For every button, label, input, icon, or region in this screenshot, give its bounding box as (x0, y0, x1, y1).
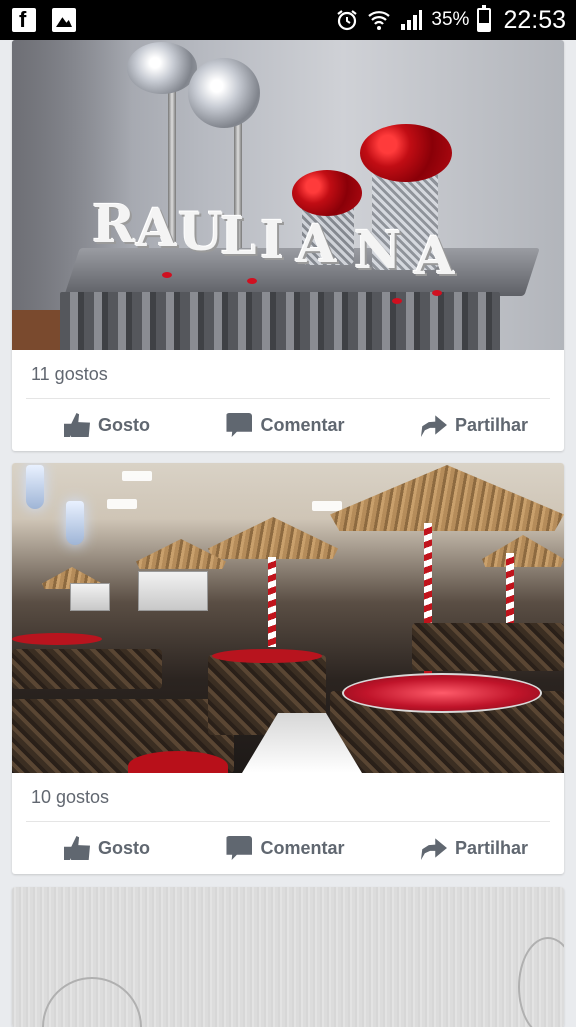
striped-pole (268, 557, 276, 647)
post-actions: Gosto Comentar Partilhar (12, 399, 564, 451)
pendant-lamp (66, 501, 84, 545)
round-table-top (342, 673, 542, 713)
marquee-letter: I (260, 210, 285, 271)
marquee-letter: N (354, 220, 402, 281)
comment-button[interactable]: Comentar (226, 413, 344, 437)
crystal-ball (127, 42, 197, 94)
rose-petal (162, 272, 172, 278)
banquet-table (412, 623, 564, 671)
comment-label: Comentar (260, 414, 345, 435)
signal-icon (401, 10, 423, 30)
post-actions: Gosto Comentar Partilhar (12, 822, 564, 874)
thumbs-up-icon (64, 413, 90, 437)
red-roses (360, 124, 452, 182)
straw-umbrella (330, 465, 564, 531)
comment-button[interactable]: Comentar (226, 836, 344, 860)
wifi-icon (368, 11, 391, 30)
comment-icon (226, 413, 253, 437)
like-button[interactable]: Gosto (64, 836, 150, 860)
share-button[interactable]: Partilhar (420, 413, 528, 437)
clock: 22:53 (503, 5, 566, 34)
pendant-lamp (26, 465, 44, 509)
battery-percent: 35% (431, 9, 470, 30)
marquee-letter: A (136, 198, 177, 259)
ceiling-light (122, 471, 152, 481)
marquee-letter: U (178, 202, 224, 263)
battery-icon (477, 5, 492, 32)
comment-icon (226, 836, 253, 860)
wall-ornament (518, 937, 564, 1027)
marquee-letter: A (414, 226, 455, 287)
lampshade (138, 571, 208, 611)
rose-petal (392, 298, 402, 304)
share-label: Partilhar (454, 837, 528, 858)
post-card: 10 gostos Gosto Comentar Partilhar (12, 463, 564, 874)
ceiling-light (312, 501, 342, 511)
battery-fill (479, 23, 490, 30)
share-button[interactable]: Partilhar (420, 836, 528, 860)
facebook-icon (12, 7, 36, 33)
wall-ornament (42, 977, 142, 1027)
thumbs-up-icon (64, 836, 90, 860)
ceiling-light (107, 499, 137, 509)
share-arrow-icon (420, 838, 447, 860)
marquee-letter: L (220, 206, 257, 267)
marquee-letter: A (296, 214, 337, 275)
post-photo[interactable]: R A U L I A N A (12, 40, 564, 350)
status-bar: 35% 22:53 (0, 0, 576, 40)
like-label: Gosto (98, 837, 150, 858)
marquee-letter: R (92, 194, 136, 255)
post-card (12, 887, 564, 1027)
gallery-icon (52, 8, 76, 32)
likes-count[interactable]: 11 gostos (12, 350, 564, 398)
straw-umbrella (208, 517, 338, 559)
comment-label: Comentar (260, 837, 345, 858)
straw-umbrella (482, 535, 564, 567)
lampshade (70, 583, 110, 611)
crystal-ball (188, 58, 260, 128)
share-arrow-icon (420, 415, 447, 437)
banquet-table-top (212, 649, 322, 663)
red-chair (128, 751, 228, 773)
post-photo[interactable] (12, 463, 564, 773)
banquet-table (12, 649, 162, 689)
rose-petal (247, 278, 257, 284)
likes-count[interactable]: 10 gostos (12, 773, 564, 821)
share-label: Partilhar (454, 414, 528, 435)
like-label: Gosto (98, 414, 150, 435)
rose-petal (432, 290, 442, 296)
banquet-table-top (12, 633, 102, 645)
post-card: R A U L I A N A 11 gostos Gosto Comentar… (12, 40, 564, 451)
alarm-icon (337, 10, 358, 31)
post-photo[interactable] (12, 887, 564, 1027)
like-button[interactable]: Gosto (64, 413, 150, 437)
